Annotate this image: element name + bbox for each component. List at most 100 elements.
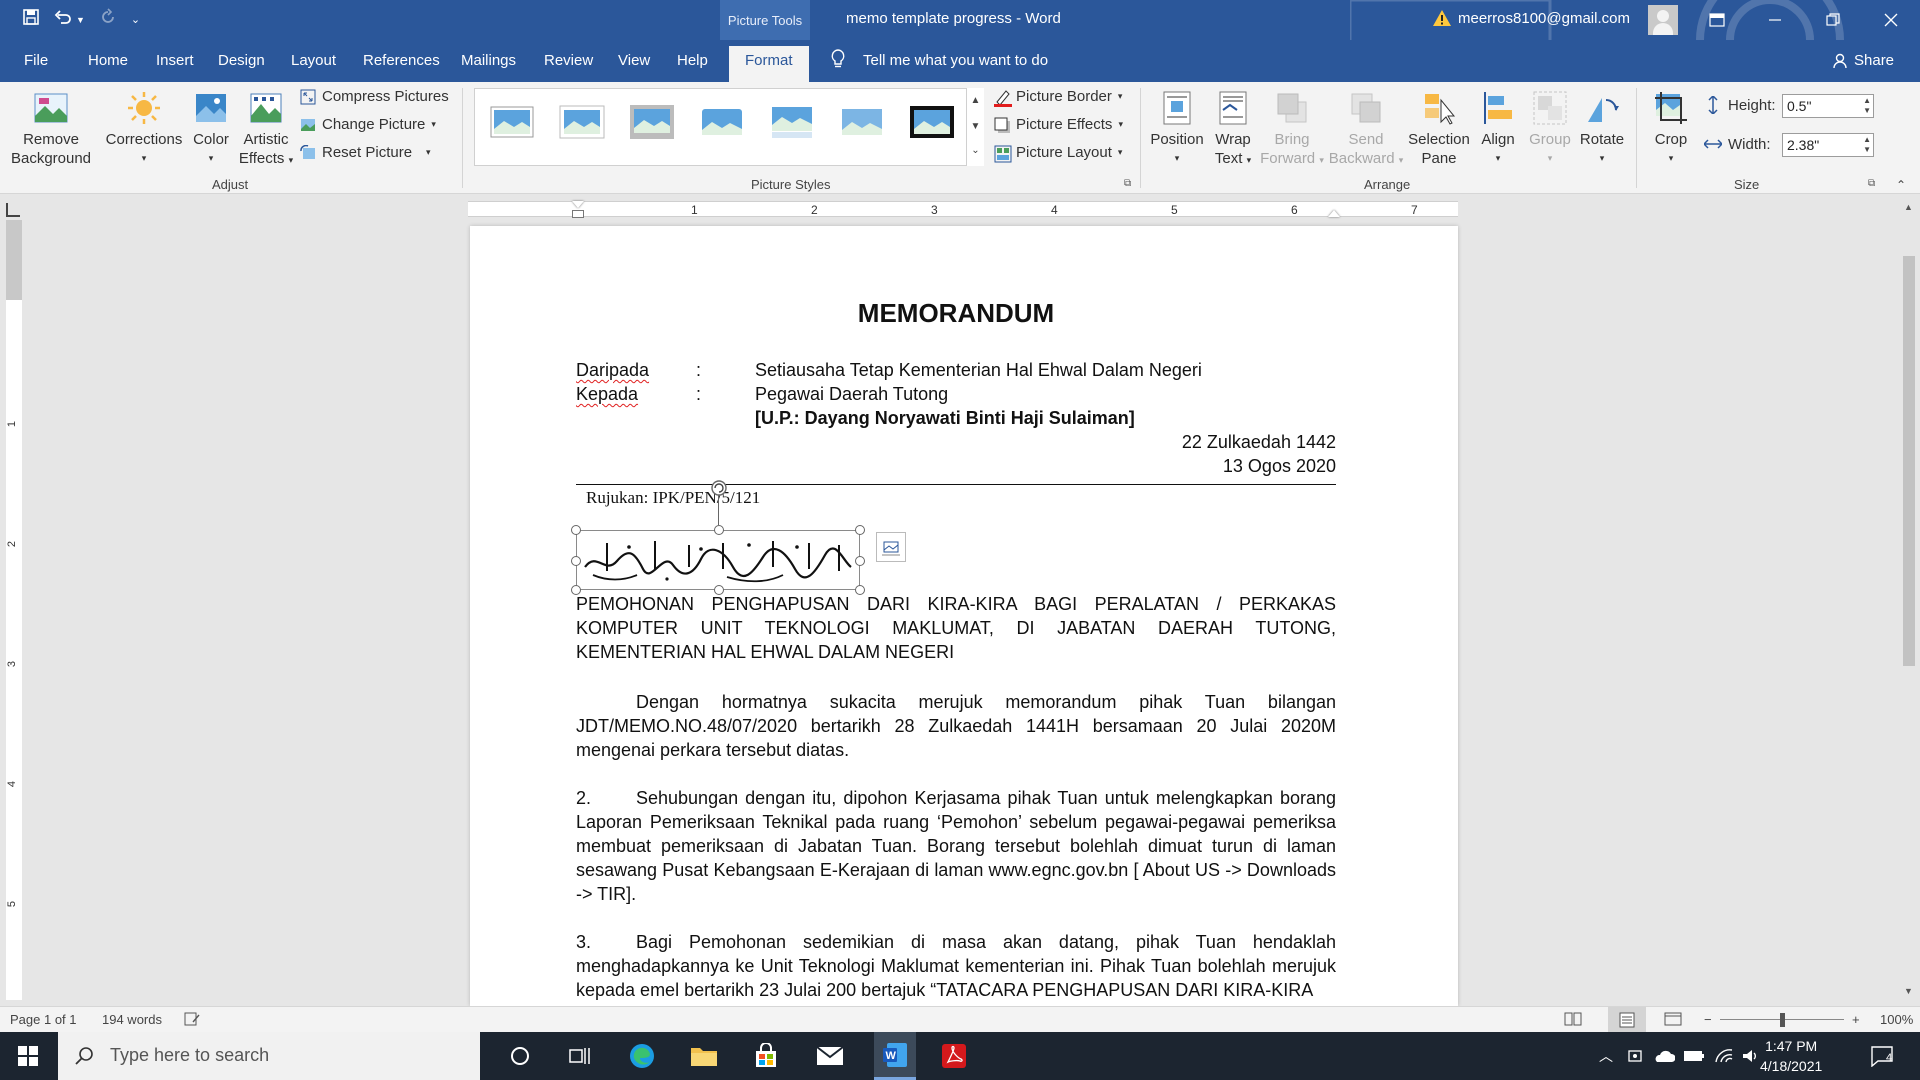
left-indent-lower-marker[interactable] (572, 210, 584, 218)
picture-styles-gallery[interactable] (474, 88, 984, 166)
word-count[interactable]: 194 words (102, 1012, 162, 1027)
gallery-down-icon[interactable]: ▼ (967, 114, 984, 140)
share-button[interactable]: Share (1854, 52, 1894, 69)
page-count[interactable]: Page 1 of 1 (10, 1012, 77, 1027)
tab-help[interactable]: Help (677, 52, 708, 69)
account-email[interactable]: meerros8100@gmail.com (1458, 10, 1630, 27)
ribbon-display-options-icon[interactable] (1694, 0, 1740, 40)
acrobat-icon[interactable] (938, 1040, 970, 1072)
tab-mailings[interactable]: Mailings (461, 52, 516, 69)
resize-handle[interactable] (855, 556, 865, 566)
gallery-scroll[interactable]: ▲ ▼ ⌄ (966, 88, 984, 166)
position-button[interactable]: Position ▾ (1148, 90, 1206, 168)
picture-style-3[interactable] (629, 103, 675, 141)
height-field[interactable]: 0.5" ▲ ▼ (1782, 94, 1874, 118)
bring-forward-button[interactable]: Bring Forward ▾ (1260, 90, 1324, 170)
wrap-text-button[interactable]: Wrap Text ▾ (1208, 90, 1258, 170)
lightbulb-icon[interactable] (830, 49, 846, 74)
picture-style-4[interactable] (699, 103, 745, 141)
scroll-down-icon[interactable]: ▼ (1904, 986, 1913, 996)
resize-handle[interactable] (855, 525, 865, 535)
web-layout-icon[interactable] (1664, 1012, 1682, 1029)
picture-style-7[interactable] (909, 103, 955, 141)
resize-handle[interactable] (571, 525, 581, 535)
read-mode-icon[interactable] (1564, 1012, 1582, 1029)
picture-layout-button[interactable]: Picture Layout ▾ (994, 144, 1122, 162)
zoom-in-icon[interactable]: + (1852, 1012, 1860, 1027)
onedrive-icon[interactable] (1648, 1040, 1680, 1072)
width-field[interactable]: 2.38" ▲ ▼ (1782, 133, 1874, 157)
microsoft-store-icon[interactable] (750, 1040, 782, 1072)
salutation-image[interactable] (571, 480, 865, 595)
zoom-level[interactable]: 100% (1880, 1012, 1913, 1027)
tab-file[interactable]: File (24, 52, 48, 69)
picture-style-1[interactable] (489, 103, 535, 141)
undo-icon[interactable] (54, 8, 72, 31)
warning-icon[interactable] (1432, 8, 1452, 33)
mail-icon[interactable] (814, 1040, 846, 1072)
ruler-toggle-icon[interactable] (6, 203, 20, 217)
windows-start-icon[interactable] (12, 1040, 44, 1072)
task-view-icon[interactable] (564, 1040, 596, 1072)
tab-format[interactable]: Format (729, 46, 809, 82)
notification-center-icon[interactable]: 4 (1866, 1040, 1898, 1072)
corrections-button[interactable]: Corrections ▾ (104, 90, 184, 168)
send-backward-button[interactable]: Send Backward ▾ (1326, 90, 1406, 170)
resize-handle[interactable] (714, 525, 724, 535)
scroll-thumb[interactable] (1903, 256, 1915, 666)
gallery-more-icon[interactable]: ⌄ (967, 140, 984, 164)
gallery-up-icon[interactable]: ▲ (967, 88, 984, 114)
group-button[interactable]: Group ▾ (1524, 90, 1576, 168)
picture-style-6[interactable] (839, 103, 885, 141)
tell-me-search[interactable]: Tell me what you want to do (863, 52, 1048, 69)
tab-view[interactable]: View (618, 52, 650, 69)
print-layout-icon[interactable] (1608, 1007, 1646, 1032)
picture-effects-button[interactable]: Picture Effects ▾ (994, 116, 1123, 133)
scroll-up-icon[interactable]: ▲ (1904, 202, 1913, 212)
undo-dropdown-icon[interactable]: ▼ (76, 15, 85, 25)
layout-options-icon[interactable] (876, 532, 906, 562)
remove-background-button[interactable]: Remove Background (10, 90, 92, 168)
customize-qat-icon[interactable]: ⌄ (131, 13, 140, 26)
tab-home[interactable]: Home (88, 52, 128, 69)
align-button[interactable]: Align ▾ (1474, 90, 1522, 168)
save-icon[interactable] (22, 8, 40, 31)
horizontal-ruler[interactable]: 1 2 3 4 5 6 7 (468, 201, 1458, 218)
zoom-out-icon[interactable]: − (1704, 1012, 1712, 1027)
vertical-ruler[interactable]: 1 2 3 4 5 (6, 220, 22, 1000)
dialog-launcher-icon[interactable]: ⧉ (1124, 178, 1131, 189)
artistic-effects-button[interactable]: Artistic Effects ▾ (238, 90, 294, 170)
compress-pictures-button[interactable]: Compress Pictures (300, 88, 449, 105)
change-picture-button[interactable]: Change Picture ▾ (300, 116, 436, 133)
collapse-ribbon-icon[interactable]: ⌃ (1896, 178, 1906, 192)
tab-insert[interactable]: Insert (156, 52, 194, 69)
share-icon[interactable] (1832, 53, 1848, 74)
dialog-launcher-icon[interactable]: ⧉ (1868, 178, 1875, 189)
tab-references[interactable]: References (363, 52, 440, 69)
tab-review[interactable]: Review (544, 52, 593, 69)
rotate-handle-icon[interactable] (710, 479, 728, 497)
right-indent-marker[interactable] (1328, 210, 1340, 217)
redo-icon[interactable] (99, 8, 117, 31)
zoom-slider-thumb[interactable] (1780, 1013, 1785, 1027)
show-hidden-icons-icon[interactable]: ︿ (1590, 1040, 1622, 1072)
width-spinner-icon[interactable]: ▲ ▼ (1863, 135, 1871, 155)
reset-picture-button[interactable]: Reset Picture ▾ (300, 144, 431, 161)
vertical-scrollbar[interactable]: ▲ ▼ (1900, 200, 1918, 1000)
tab-layout[interactable]: Layout (291, 52, 336, 69)
tab-design[interactable]: Design (218, 52, 265, 69)
taskbar-search-box[interactable]: Type here to search (58, 1032, 480, 1080)
height-spinner-icon[interactable]: ▲ ▼ (1863, 96, 1871, 116)
crop-button[interactable]: Crop ▾ (1648, 90, 1694, 168)
proofing-icon[interactable] (184, 1012, 200, 1029)
restore-icon[interactable] (1810, 0, 1856, 40)
edge-browser-icon[interactable] (626, 1040, 658, 1072)
color-button[interactable]: Color ▾ (188, 90, 234, 168)
avatar[interactable] (1648, 5, 1678, 35)
selection-pane-button[interactable]: Selection Pane (1406, 90, 1472, 168)
rotate-button[interactable]: Rotate ▾ (1576, 90, 1628, 168)
minimize-icon[interactable] (1752, 0, 1798, 40)
battery-icon[interactable] (1678, 1040, 1710, 1072)
resize-handle[interactable] (571, 556, 581, 566)
picture-style-5[interactable] (769, 103, 815, 141)
